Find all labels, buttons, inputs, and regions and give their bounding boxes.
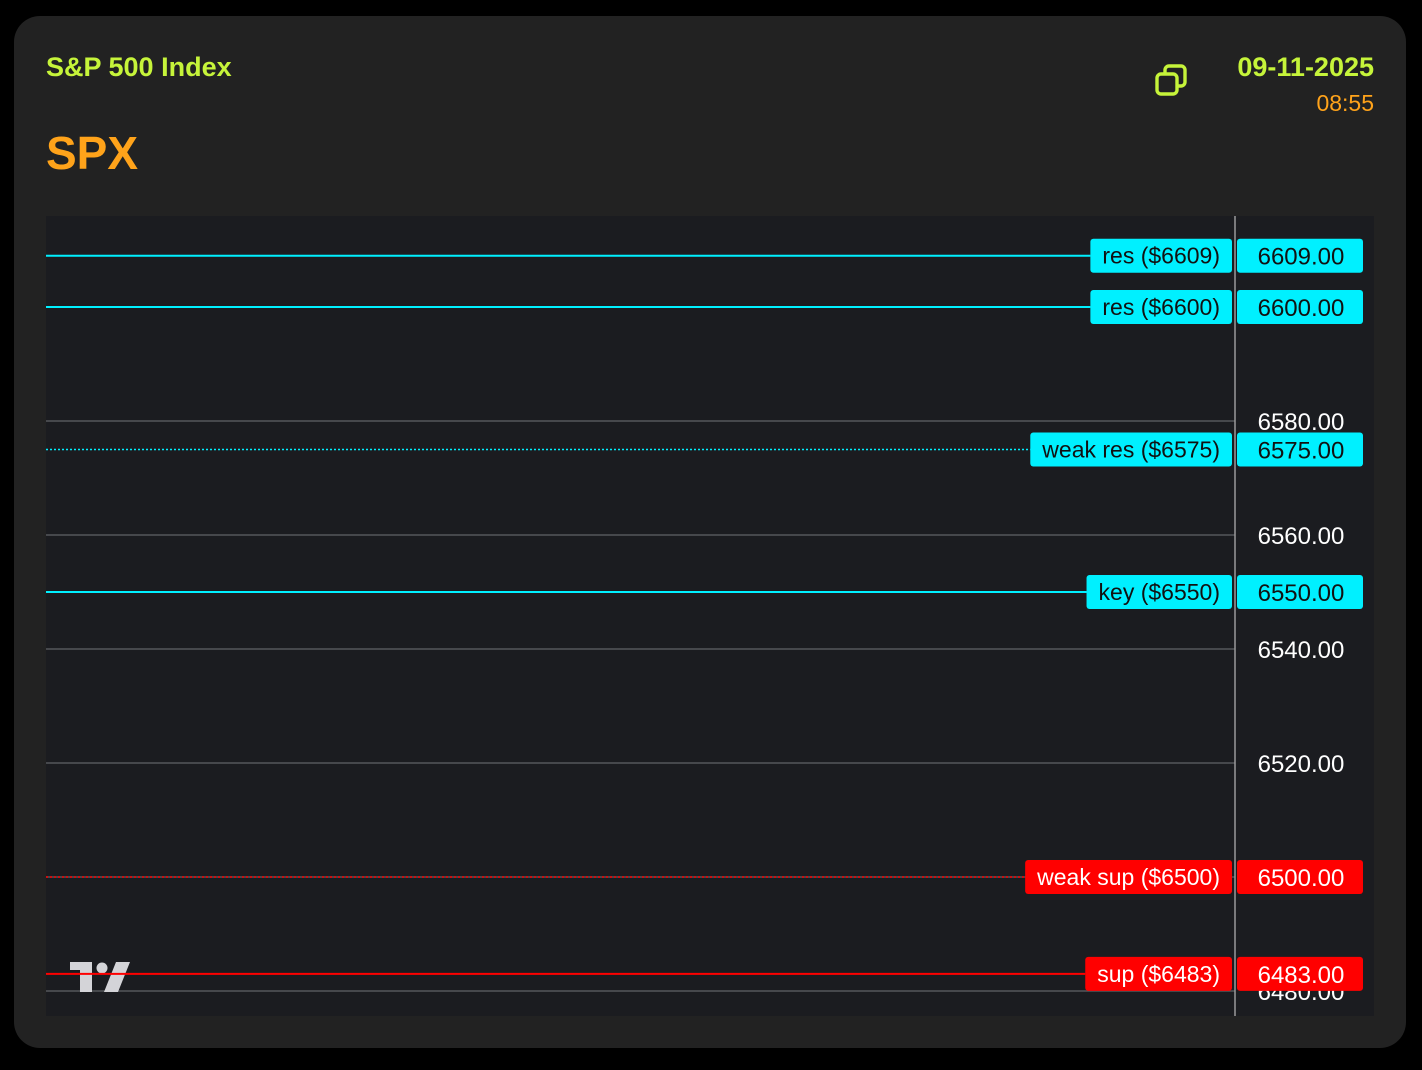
tradingview-logo (70, 962, 130, 992)
level-label: weak res ($6575) (1041, 437, 1220, 463)
time-label: 08:55 (1316, 90, 1374, 116)
price-tag-label: 6609.00 (1258, 244, 1345, 271)
y-tick-label: 6540.00 (1258, 637, 1345, 664)
chart-svg[interactable]: 6580.006560.006540.006520.006480.00res (… (46, 216, 1374, 1016)
price-tag-label: 6575.00 (1258, 438, 1345, 465)
ticker-symbol: SPX (46, 127, 139, 179)
level-label: res ($6600) (1102, 294, 1220, 320)
price-chart[interactable]: 6580.00 6560.00 6540.00 6520.00 6480.00 res (… (46, 216, 1374, 1016)
level-label: key ($6550) (1099, 579, 1220, 605)
price-tag-label: 6483.00 (1258, 962, 1345, 989)
price-tag-label: 6500.00 (1258, 865, 1345, 892)
level-label: res ($6609) (1102, 243, 1220, 269)
price-tag-label: 6600.00 (1258, 295, 1345, 322)
price-tag-label: 6550.00 (1258, 580, 1345, 607)
y-tick-label: 6520.00 (1258, 751, 1345, 778)
copy-icon[interactable] (1152, 60, 1192, 100)
level-label: sup ($6483) (1097, 961, 1220, 987)
level-label: weak sup ($6500) (1036, 864, 1220, 890)
instrument-name: S&P 500 Index (46, 52, 232, 82)
y-tick-label: 6560.00 (1258, 523, 1345, 550)
y-tick-label: 6580.00 (1258, 409, 1345, 436)
date-label: 09-11-2025 (1237, 52, 1374, 82)
